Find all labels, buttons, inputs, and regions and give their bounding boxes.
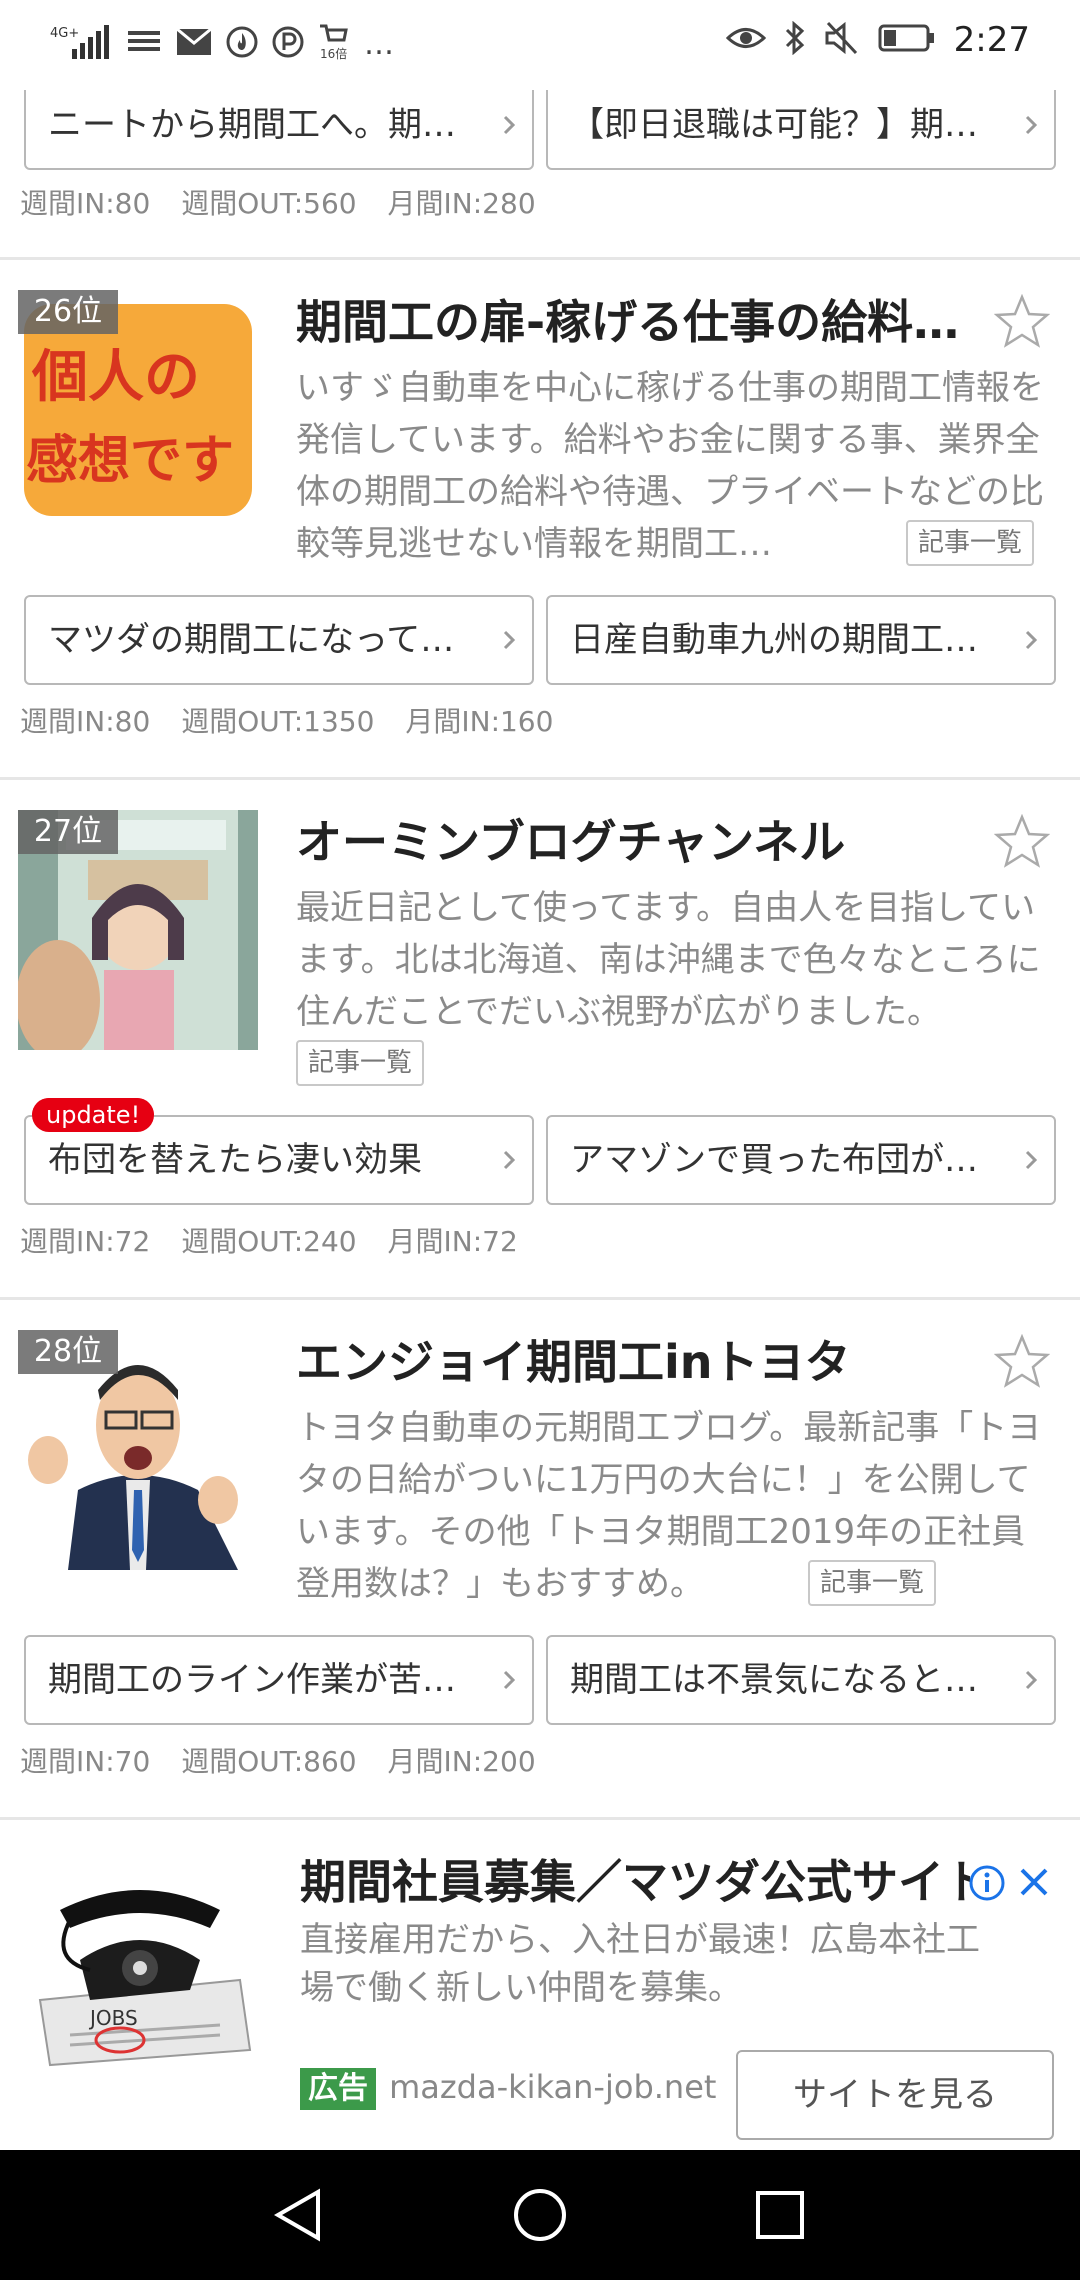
weekly-out: 週間OUT:240 [181,1225,357,1258]
article-list-button[interactable]: 記事一覧 [808,1560,937,1606]
article-list-button[interactable]: 記事一覧 [906,520,1035,566]
chevron-right-icon [502,1669,516,1695]
article-link[interactable]: アマゾンで買った布団が… [546,1115,1056,1205]
entry-stats: 週間IN:72 週間OUT:240 月間IN:72 [20,1220,540,1260]
ad-footer: 広告 mazda-kikan-job.net [300,2068,716,2110]
ad-title[interactable]: 期間社員募集／マツダ公式サイト [300,1852,970,1912]
home-icon[interactable] [500,2180,580,2250]
chevron-right-icon [1024,1669,1038,1695]
article-label: 日産自動車九州の期間工… [570,620,978,660]
weekly-in: 週間IN:70 [20,1745,151,1778]
ad-description: 直接雇用だから、入社日が最速！広島本社工場で働く新しい仲間を募集。 [300,1920,980,2008]
close-icon[interactable] [1018,1866,1050,1902]
article-list-button[interactable]: 記事一覧 [296,1040,425,1086]
more-icon: … [364,26,394,62]
entry-stats: 週間IN:80 週間OUT:560 月間IN:280 [20,182,558,222]
status-left: 4G+ 16倍 … [50,22,394,66]
chevron-right-icon [502,114,516,140]
entry-title[interactable]: エンジョイ期間工inトヨタ [296,1332,986,1392]
info-icon[interactable] [968,1864,1006,1906]
star-icon[interactable] [993,813,1051,872]
chevron-right-icon [1024,1149,1038,1175]
monthly-in: 月間IN:160 [405,705,554,738]
entry-description: 最近日記として使ってます。自由人を目指しています。北は北海道、南は沖縄まで色々な… [296,888,1041,1032]
p-icon [272,26,304,62]
star-icon[interactable] [993,293,1051,352]
cart-badge: 16倍 [320,46,347,61]
thumb-text: 個人の [32,345,200,410]
clock: 2:27 [953,20,1030,60]
wifi-icon [126,27,162,61]
ad-image: JOBS [20,1850,260,2070]
status-right: 2:27 [725,20,1030,60]
rank-badge: 28位 [18,1330,118,1374]
eye-icon [725,23,766,57]
signal-icon: 4G+ [50,23,112,65]
divider [0,257,1080,260]
article-link[interactable]: 日産自動車九州の期間工… [546,595,1056,685]
divider [0,1297,1080,1300]
ranking-list: ニートから期間工へ。期… 【即日退職は可能？】期… 週間IN:80 週間OUT:… [0,90,1080,2150]
weekly-in: 週間IN:72 [20,1225,151,1258]
article-list-label: 記事一覧 [808,1560,937,1606]
chevron-right-icon [502,629,516,655]
chevron-right-icon [502,1149,516,1175]
entry-title[interactable]: オーミンブログチャンネル [296,812,986,872]
chevron-right-icon [1024,114,1038,140]
divider [0,777,1080,780]
weekly-out: 週間OUT:560 [181,187,357,220]
article-link[interactable]: 期間工のライン作業が苦… [24,1635,534,1725]
entry-stats: 週間IN:80 週間OUT:1350 月間IN:160 [20,700,575,740]
weekly-in: 週間IN:80 [20,705,151,738]
entry-description-block: 最近日記として使ってます。自由人を目指しています。北は北海道、南は沖縄まで色々な… [296,882,1056,1038]
mute-icon [824,21,860,59]
article-link[interactable]: 期間工は不景気になると… [546,1635,1056,1725]
thumb-text: 感想です [26,431,235,491]
article-list-label: 記事一覧 [906,520,1035,566]
monthly-in: 月間IN:280 [387,187,536,220]
weekly-out: 週間OUT:860 [181,1745,357,1778]
rank-badge: 27位 [18,810,118,854]
entry-description: トヨタ自動車の元期間工ブログ。最新記事「トヨタの日給がついに1万円の大台に！」を… [296,1408,1042,1604]
fire-icon [226,26,258,62]
entry-title[interactable]: 期間工の扉-稼げる仕事の給料… [296,292,986,352]
weekly-out: 週間OUT:1350 [181,705,375,738]
article-list-label: 記事一覧 [296,1040,425,1086]
weekly-in: 週間IN:80 [20,187,151,220]
article-link[interactable]: マツダの期間工になって… [24,595,534,685]
ad-url: mazda-kikan-job.net [389,2068,717,2106]
ad-newspaper-text: JOBS [88,2006,138,2030]
star-icon[interactable] [993,1333,1051,1392]
article-label: 期間工のライン作業が苦… [48,1660,456,1700]
article-label: 期間工は不景気になると… [570,1660,978,1700]
monthly-in: 月間IN:72 [387,1225,518,1258]
navigation-bar [0,2150,1080,2280]
mail-icon [176,27,212,60]
article-label: 【即日退職は可能？】期… [570,105,978,145]
article-label: マツダの期間工になって… [48,620,455,660]
status-bar: 4G+ 16倍 … 2:27 [0,0,1080,90]
back-icon[interactable] [260,2180,340,2250]
article-link[interactable]: 【即日退職は可能？】期… [546,90,1056,170]
ad-cta-button[interactable]: サイトを見る [736,2050,1054,2140]
entry-description-block: トヨタ自動車の元期間工ブログ。最新記事「トヨタの日給がついに1万円の大台に！」を… [296,1402,1056,1610]
rank-badge: 26位 [18,290,118,334]
ad-banner[interactable]: JOBS 期間社員募集／マツダ公式サイト 直接雇用だから、入社日が最速！広島本社… [0,1820,1080,2150]
entry-stats: 週間IN:70 週間OUT:860 月間IN:200 [20,1740,558,1780]
recents-icon[interactable] [740,2180,820,2250]
battery-icon [878,23,936,57]
chevron-right-icon [1024,629,1038,655]
update-badge-overlay: update! [32,1098,155,1132]
monthly-in: 月間IN:200 [387,1745,536,1778]
article-label: ニートから期間工へ。期… [48,105,456,145]
cart-icon: 16倍 [318,22,350,66]
article-label: アマゾンで買った布団が… [570,1140,978,1180]
network-label: 4G+ [50,26,79,41]
ad-tag: 広告 [300,2068,376,2110]
article-link[interactable]: ニートから期間工へ。期… [24,90,534,170]
bluetooth-icon [784,20,806,59]
